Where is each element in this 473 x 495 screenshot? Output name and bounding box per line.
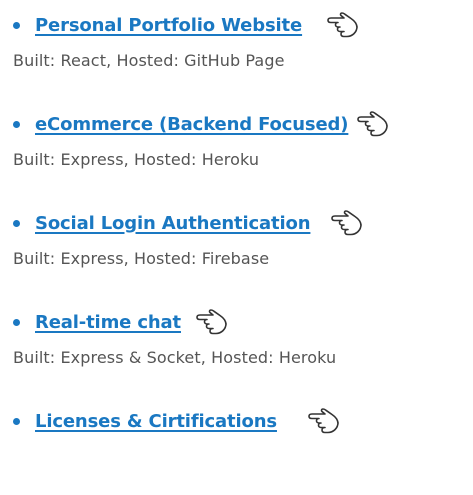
- project-title-row: Real-time chat: [13, 305, 229, 339]
- project-description: Built: Express & Socket, Hosted: Heroku: [13, 348, 337, 367]
- bullet-icon: [13, 318, 20, 326]
- project-title-row: Social Login Authentication: [13, 206, 364, 240]
- bullet-icon: [13, 120, 20, 128]
- project-item: Real-time chat Built: Express & Socket, …: [13, 297, 473, 396]
- pointing-hand-icon: [195, 309, 229, 335]
- project-title-row: Personal Portfolio Website: [13, 8, 360, 42]
- project-link-licenses[interactable]: Licenses & Cirtifications: [35, 411, 277, 432]
- project-item: Licenses & Cirtifications: [13, 396, 473, 495]
- project-description: Built: Express, Hosted: Firebase: [13, 249, 270, 268]
- pointing-hand-icon: [356, 111, 390, 137]
- project-link-realtime-chat[interactable]: Real-time chat: [35, 312, 181, 333]
- project-description: Built: React, Hosted: GitHub Page: [13, 51, 285, 70]
- project-title-row: eCommerce (Backend Focused): [13, 107, 390, 141]
- project-link-ecommerce[interactable]: eCommerce (Backend Focused): [35, 114, 349, 135]
- pointing-hand-icon: [326, 12, 360, 38]
- bullet-icon: [13, 219, 20, 227]
- project-item: Personal Portfolio Website Built: React,…: [13, 0, 473, 99]
- project-link-social-login[interactable]: Social Login Authentication: [35, 213, 311, 234]
- project-list: Personal Portfolio Website Built: React,…: [13, 0, 473, 495]
- bullet-icon: [13, 417, 20, 425]
- project-item: Social Login Authentication Built: Expre…: [13, 198, 473, 297]
- pointing-hand-icon: [330, 210, 364, 236]
- pointing-hand-icon: [307, 408, 341, 434]
- project-link-portfolio[interactable]: Personal Portfolio Website: [35, 15, 302, 36]
- project-item: eCommerce (Backend Focused) Built: Expre…: [13, 99, 473, 198]
- bullet-icon: [13, 21, 20, 29]
- project-description: Built: Express, Hosted: Heroku: [13, 150, 260, 169]
- project-title-row: Licenses & Cirtifications: [13, 404, 341, 438]
